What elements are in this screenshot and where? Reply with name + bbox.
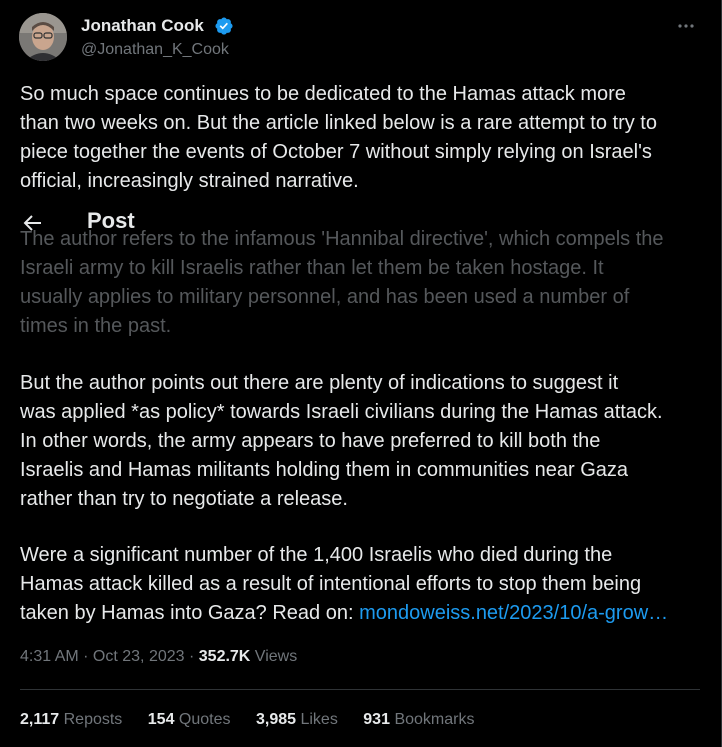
stat-count: 154 (147, 711, 175, 728)
tweet-paragraph-4: Were a significant number of the 1,400 I… (20, 541, 710, 628)
avatar[interactable] (19, 13, 67, 61)
divider (20, 689, 700, 690)
stat-count: 931 (363, 711, 390, 728)
meta-separator: · (78, 648, 93, 665)
tweet-time[interactable]: 4:31 AM (20, 648, 79, 665)
engagement-stats: 2,117 Reposts 154 Quotes 3,985 Likes 931… (20, 711, 495, 729)
author-handle[interactable]: @Jonathan_K_Cook (81, 41, 229, 59)
article-link[interactable]: mondoweiss.net/2023/10/a-grow… (359, 602, 668, 624)
post-header-title: Post (87, 208, 135, 233)
stat-label: Quotes (178, 711, 231, 728)
author-name[interactable]: Jonathan Cook (81, 16, 204, 36)
tweet-meta: 4:31 AM · Oct 23, 2023 · 352.7K Views (20, 648, 297, 666)
arrow-left-icon[interactable] (20, 211, 44, 235)
avatar-photo (19, 13, 67, 61)
views-count: 352.7K (198, 648, 251, 665)
tweet-paragraph-2-text: The author refers to the infamous 'Hanni… (20, 228, 664, 337)
stat-reposts[interactable]: 2,117 Reposts (20, 711, 122, 729)
tweet-paragraph-3: But the author points out there are plen… (20, 372, 663, 510)
stat-likes[interactable]: 3,985 Likes (256, 711, 338, 729)
stat-label: Bookmarks (394, 711, 475, 728)
stat-count: 2,117 (20, 711, 60, 728)
stat-count: 3,985 (255, 711, 297, 728)
tweet-date[interactable]: Oct 23, 2023 (93, 648, 185, 665)
stat-quotes[interactable]: 154 Quotes (148, 711, 231, 729)
stat-bookmarks[interactable]: 931 Bookmarks (363, 711, 474, 729)
tweet-paragraph-2: The author refers to the infamous 'Hanni… (20, 225, 710, 341)
more-horizontal-icon[interactable] (671, 14, 701, 38)
verified-badge-icon (215, 17, 233, 35)
meta-separator: · (184, 648, 199, 665)
views-label: Views (250, 648, 298, 665)
tweet-paragraph-1: So much space continues to be dedicated … (20, 83, 657, 192)
stat-label: Likes (300, 711, 338, 728)
stat-label: Reposts (63, 711, 123, 728)
